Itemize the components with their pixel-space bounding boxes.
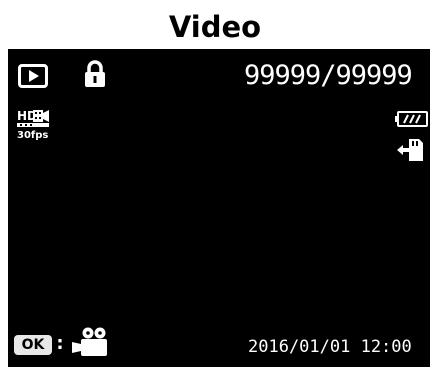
memory-card-icon	[397, 139, 423, 161]
battery-icon	[395, 111, 428, 127]
key-separator: :	[56, 333, 64, 354]
video-camera-icon	[72, 327, 107, 356]
hd-video-icon: HD 30fps	[17, 109, 49, 141]
ok-key-label[interactable]: OK	[14, 335, 52, 355]
playback-button[interactable]	[18, 64, 48, 88]
video-fps-label: 30fps	[17, 130, 48, 141]
page-title: Video	[168, 10, 262, 44]
datetime-display: 2016/01/01 12:00	[248, 337, 412, 357]
file-counter: 99999/99999	[244, 60, 413, 91]
camera-screen: 99999/99999 HD 30fps OK : 2016/01/01 12:…	[8, 49, 430, 367]
lock-icon	[85, 60, 105, 87]
play-icon	[29, 70, 39, 82]
